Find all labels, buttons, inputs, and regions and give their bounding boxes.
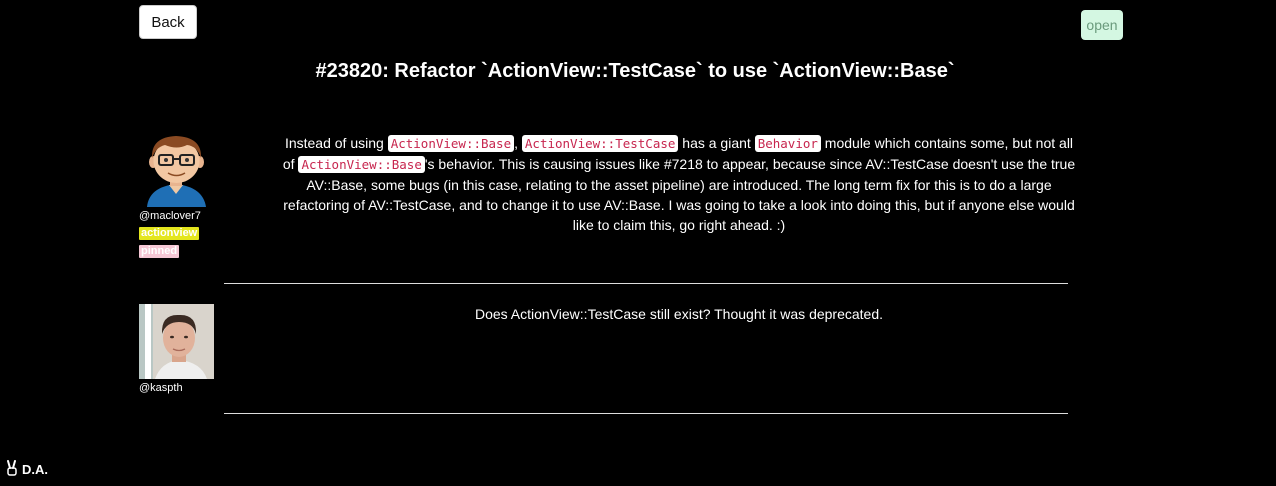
label-actionview[interactable]: actionview xyxy=(139,227,200,240)
back-button[interactable]: Back xyxy=(139,5,197,39)
brand-label: D.A. xyxy=(22,462,48,477)
comment: @kaspth Does ActionView::TestCase still … xyxy=(139,304,1079,394)
comment-body: Instead of using ActionView::Base, Actio… xyxy=(279,133,1079,235)
inline-code: ActionView::Base xyxy=(298,156,425,173)
cartoon-avatar-image xyxy=(139,132,214,207)
username[interactable]: @maclover7 xyxy=(139,210,219,222)
issue-page: Back open #23820: Refactor `ActionView::… xyxy=(0,0,1276,486)
inline-code: Behavior xyxy=(754,135,821,152)
comment-divider xyxy=(224,413,1068,414)
comment-divider xyxy=(224,283,1068,284)
inline-code: ActionView::TestCase xyxy=(521,135,679,152)
comment-author: @maclover7 actionview pinned xyxy=(139,132,219,258)
body-text: has a giant xyxy=(678,135,755,151)
inline-code: ActionView::Base xyxy=(387,135,515,152)
comment-author: @kaspth xyxy=(139,304,219,394)
status-badge: open xyxy=(1081,10,1123,40)
comment-body: Does ActionView::TestCase still exist? T… xyxy=(474,306,884,322)
label-pinned[interactable]: pinned xyxy=(139,245,180,258)
label-list: actionview pinned xyxy=(139,227,219,258)
victory-hand-icon xyxy=(5,460,19,479)
body-text: Instead of using xyxy=(284,135,388,151)
comment: @maclover7 actionview pinned Instead of … xyxy=(139,132,1079,262)
body-text: , xyxy=(514,135,522,151)
photo-avatar-image xyxy=(139,304,214,379)
footer-brand[interactable]: D.A. xyxy=(5,460,48,479)
avatar[interactable] xyxy=(139,304,214,379)
username[interactable]: @kaspth xyxy=(139,382,219,394)
avatar[interactable] xyxy=(139,132,214,207)
page-title: #23820: Refactor `ActionView::TestCase` … xyxy=(315,60,955,82)
